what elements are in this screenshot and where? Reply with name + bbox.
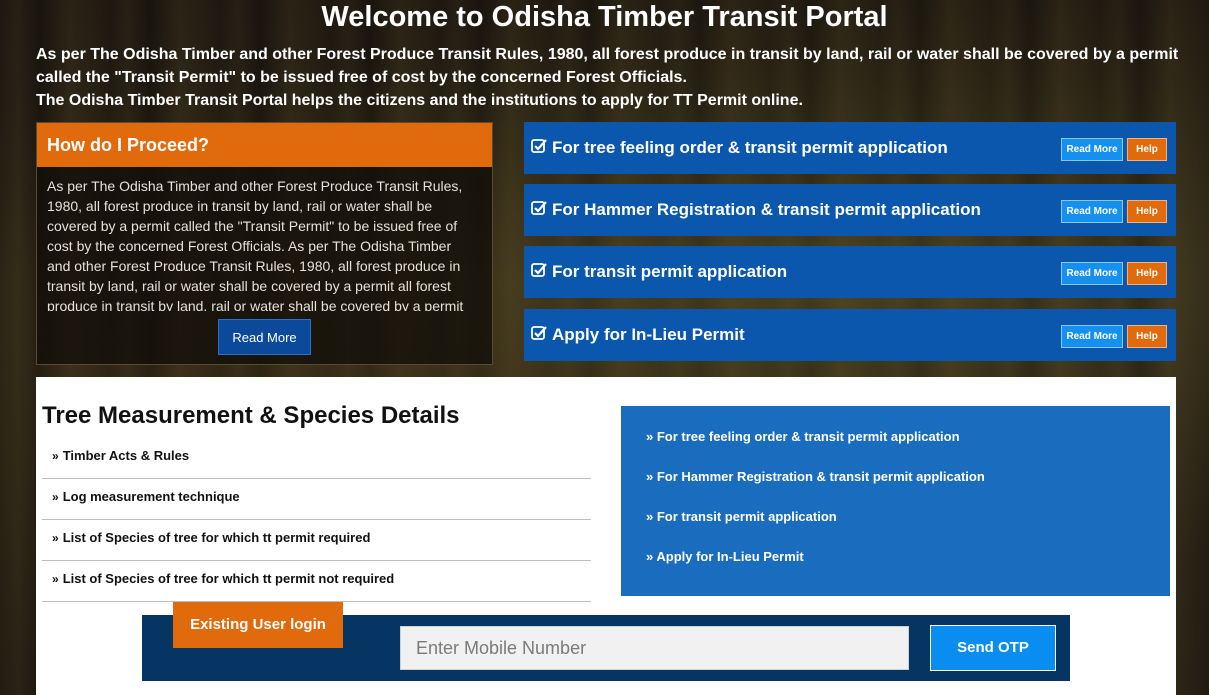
help-button[interactable]: Help <box>1127 262 1167 285</box>
read-more-button[interactable]: Read More <box>1061 325 1123 348</box>
double-chevron-right-icon: » <box>52 572 59 586</box>
checkbox-checked-icon <box>531 201 547 215</box>
application-row-tree-felling[interactable]: For tree feeling order & transit permit … <box>524 122 1176 174</box>
list-item-log-measurement[interactable]: » Log measurement technique <box>42 480 591 520</box>
application-row-title: For Hammer Registration & transit permit… <box>552 200 981 219</box>
application-row-title: Apply for In-Lieu Permit <box>552 325 745 344</box>
double-chevron-right-icon: » <box>646 509 654 524</box>
read-more-button[interactable]: Read More <box>1061 200 1123 223</box>
double-chevron-right-icon: » <box>646 549 654 564</box>
double-chevron-right-icon: » <box>52 531 59 545</box>
help-button[interactable]: Help <box>1127 138 1167 161</box>
intro-line-3: The Odisha Timber Transit Portal helps t… <box>36 92 803 109</box>
intro-line-2: called the "Transit Permit" to be issued… <box>36 69 687 86</box>
application-row-in-lieu-permit[interactable]: Apply for In-Lieu Permit Read More Help <box>524 309 1176 361</box>
intro-line-1: As per The Odisha Timber and other Fores… <box>36 46 1179 63</box>
checkbox-checked-icon <box>531 263 547 277</box>
tree-measurement-list: » Timber Acts & Rules » Log measurement te… <box>42 439 591 603</box>
double-chevron-right-icon: » <box>646 429 654 444</box>
read-more-button[interactable]: Read More <box>1061 138 1123 161</box>
quick-link-transit-permit[interactable]: » For transit permit application <box>646 509 837 524</box>
list-item-species-not-required[interactable]: » List of Species of tree for which tt pe… <box>42 562 591 602</box>
how-to-proceed-panel: How do I Proceed? As per The Odisha Timb… <box>36 122 493 365</box>
application-row-title: For tree feeling order & transit permit … <box>552 138 948 157</box>
tree-measurement-heading: Tree Measurement & Species Details <box>42 402 460 429</box>
read-more-button[interactable]: Read More <box>1061 262 1123 285</box>
how-to-proceed-heading: How do I Proceed? <box>37 123 492 167</box>
double-chevron-right-icon: » <box>52 449 59 463</box>
send-otp-button[interactable]: Send OTP <box>930 625 1056 671</box>
application-row-hammer-registration[interactable]: For Hammer Registration & transit permit… <box>524 184 1176 236</box>
mobile-number-input[interactable] <box>400 626 909 670</box>
proceed-read-more-button[interactable]: Read More <box>218 319 311 355</box>
list-item-timber-acts[interactable]: » Timber Acts & Rules <box>42 439 591 479</box>
application-row-transit-permit[interactable]: For transit permit application Read More… <box>524 246 1176 298</box>
quick-link-in-lieu-permit[interactable]: » Apply for In-Lieu Permit <box>646 549 804 564</box>
checkbox-checked-icon <box>531 326 547 340</box>
page-title: Welcome to Odisha Timber Transit Portal <box>321 1 888 33</box>
application-row-title: For transit permit application <box>552 262 788 281</box>
quick-link-tree-felling[interactable]: » For tree feeling order & transit permi… <box>646 429 960 444</box>
intro-text: As per The Odisha Timber and other Fores… <box>36 43 1186 112</box>
checkbox-checked-icon <box>531 139 547 153</box>
how-to-proceed-text: As per The Odisha Timber and other Fores… <box>47 178 464 311</box>
double-chevron-right-icon: » <box>646 469 654 484</box>
quick-links-panel: » For tree feeling order & transit permi… <box>621 406 1170 596</box>
help-button[interactable]: Help <box>1127 325 1167 348</box>
double-chevron-right-icon: » <box>52 490 59 504</box>
existing-user-login-tab[interactable]: Existing User login <box>173 602 343 648</box>
quick-link-hammer-registration[interactable]: » For Hammer Registration & transit perm… <box>646 469 985 484</box>
info-panel: Tree Measurement & Species Details » Timb… <box>36 377 1176 695</box>
help-button[interactable]: Help <box>1127 200 1167 223</box>
list-item-species-required[interactable]: » List of Species of tree for which tt pe… <box>42 521 591 561</box>
